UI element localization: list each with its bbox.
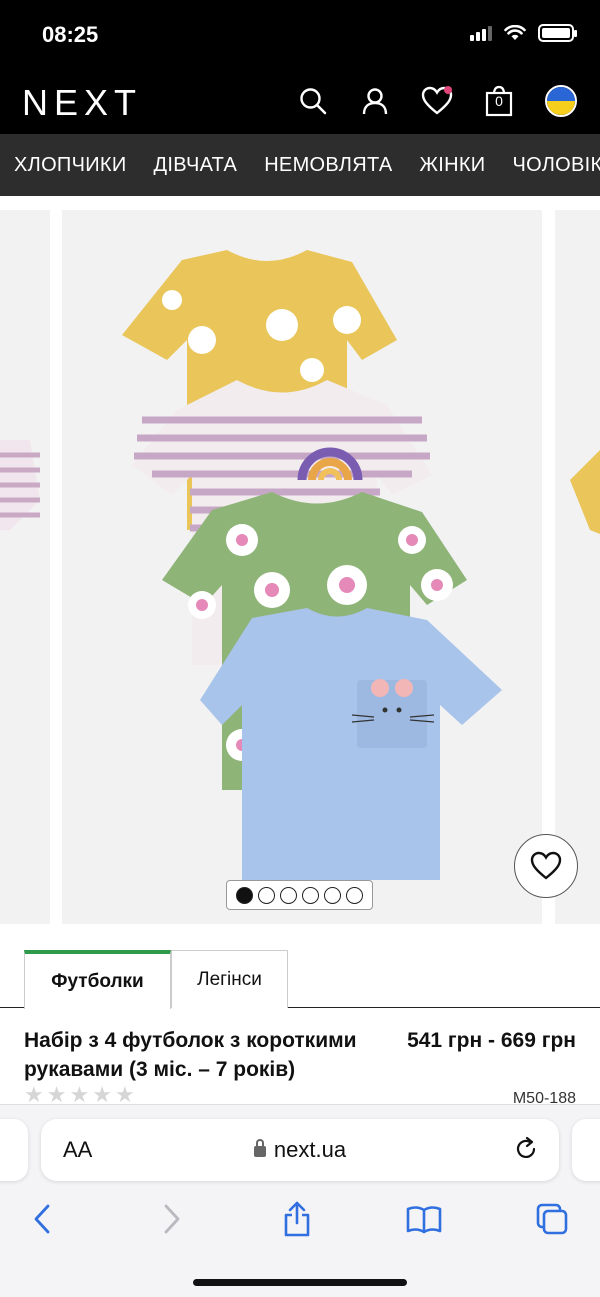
lock-icon bbox=[253, 1139, 266, 1157]
forward-icon[interactable] bbox=[150, 1197, 194, 1241]
reload-icon[interactable] bbox=[513, 1136, 539, 1167]
url-display[interactable]: next.ua bbox=[41, 1137, 559, 1163]
add-to-favourites-button[interactable] bbox=[514, 834, 578, 898]
product-price: 541 грн - 669 грн bbox=[407, 1029, 576, 1052]
next-tab-card[interactable] bbox=[572, 1119, 600, 1181]
gallery-dot[interactable] bbox=[346, 886, 363, 904]
share-icon[interactable] bbox=[275, 1197, 319, 1241]
search-icon[interactable] bbox=[296, 84, 330, 118]
status-time: 08:25 bbox=[42, 22, 99, 47]
gallery-pagination bbox=[226, 880, 373, 910]
gallery-slide-prev[interactable] bbox=[0, 210, 50, 924]
gallery-dot[interactable] bbox=[258, 886, 275, 904]
gallery-dot[interactable] bbox=[302, 886, 319, 904]
nav-item-women[interactable]: ЖІНКИ bbox=[419, 134, 485, 196]
nav-item-men[interactable]: ЧОЛОВІКИ bbox=[512, 134, 600, 196]
site-header: NEXT 0 bbox=[0, 70, 600, 134]
nav-item-boys[interactable]: ХЛОПЧИКИ bbox=[14, 134, 127, 196]
header-icons: 0 bbox=[296, 84, 578, 118]
bag-icon[interactable]: 0 bbox=[482, 84, 516, 118]
previous-tab-card[interactable] bbox=[0, 1119, 28, 1181]
status-bar: 08:25 bbox=[0, 0, 600, 70]
gallery-slide-main[interactable] bbox=[62, 210, 542, 924]
url-text: next.ua bbox=[273, 1137, 347, 1162]
back-icon[interactable] bbox=[20, 1197, 64, 1241]
product-gallery[interactable] bbox=[0, 196, 600, 938]
bookmarks-icon[interactable] bbox=[402, 1197, 446, 1241]
blue-tee bbox=[200, 608, 502, 880]
product-tabs: Футболки Легінси bbox=[0, 950, 600, 1009]
tab-leggings[interactable]: Легінси bbox=[171, 950, 288, 1008]
status-icons bbox=[470, 24, 577, 42]
category-nav: ХЛОПЧИКИ ДІВЧАТА НЕМОВЛЯТА ЖІНКИ ЧОЛОВІКИ bbox=[0, 134, 600, 196]
signal-icon bbox=[470, 25, 492, 41]
wishlist-badge-dot bbox=[444, 86, 452, 94]
gallery-slide-next[interactable] bbox=[555, 210, 600, 924]
product-image bbox=[122, 250, 502, 880]
product-title: Набір з 4 футболок з короткими рукавами … bbox=[24, 1029, 357, 1081]
next-logo[interactable]: NEXT bbox=[22, 82, 142, 124]
gallery-dot[interactable] bbox=[324, 886, 341, 904]
wifi-icon bbox=[504, 25, 526, 40]
home-indicator[interactable] bbox=[193, 1279, 407, 1286]
bag-count: 0 bbox=[495, 93, 503, 109]
battery-icon bbox=[538, 24, 577, 42]
address-bar[interactable]: AA next.ua bbox=[41, 1119, 559, 1181]
browser-toolbar bbox=[0, 1197, 600, 1247]
tabs-icon[interactable] bbox=[530, 1197, 574, 1241]
gallery-dot[interactable] bbox=[280, 886, 297, 904]
wishlist-icon[interactable] bbox=[420, 84, 454, 118]
heart-icon bbox=[530, 851, 562, 880]
ukraine-flag-icon[interactable] bbox=[544, 84, 578, 118]
tab-tshirts[interactable]: Футболки bbox=[24, 950, 171, 1009]
browser-bar: AA next.ua bbox=[0, 1104, 600, 1297]
nav-item-girls[interactable]: ДІВЧАТА bbox=[154, 134, 238, 196]
nav-item-baby[interactable]: НЕМОВЛЯТА bbox=[264, 134, 392, 196]
account-icon[interactable] bbox=[358, 84, 392, 118]
gallery-dot[interactable] bbox=[236, 886, 253, 904]
